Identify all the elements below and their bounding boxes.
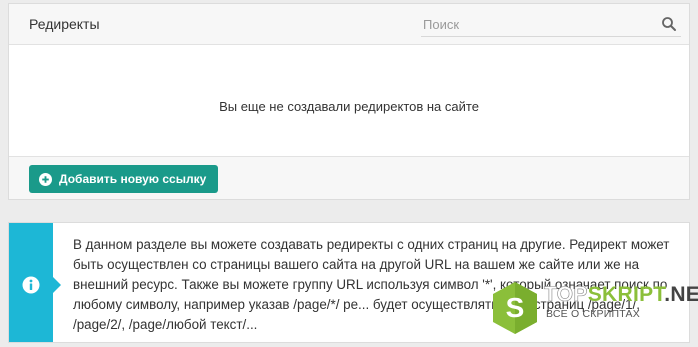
watermark-logo: S TOPSKRIPT.NET ВСЕ О СКРИПТАХ [490,280,698,340]
search-input[interactable] [421,13,648,35]
panel-header: Редиректы [9,4,689,45]
panel-footer: Добавить новую ссылку [9,156,689,199]
add-link-label: Добавить новую ссылку [59,172,207,186]
info-icon [22,276,40,294]
page-title: Редиректы [29,16,100,32]
search-box [421,13,681,37]
info-strip [9,223,53,342]
search-icon[interactable] [661,16,677,32]
watermark-title: TOPSKRIPT.NET [544,283,698,307]
logo-hexagon-icon: S [493,282,537,334]
watermark-net: .NET [664,283,698,306]
redirects-panel: Редиректы Вы еще не создавали редиректов… [8,3,690,200]
watermark-skript: SKRIPT [587,283,665,306]
watermark-subtitle: ВСЕ О СКРИПТАХ [546,308,640,320]
svg-text:S: S [506,292,525,323]
plus-circle-icon [39,172,52,186]
watermark-top: TOP [544,283,588,307]
empty-state-message: Вы еще не создавали редиректов на сайте [219,99,479,114]
info-arrow [53,277,61,293]
add-link-button[interactable]: Добавить новую ссылку [29,165,219,193]
